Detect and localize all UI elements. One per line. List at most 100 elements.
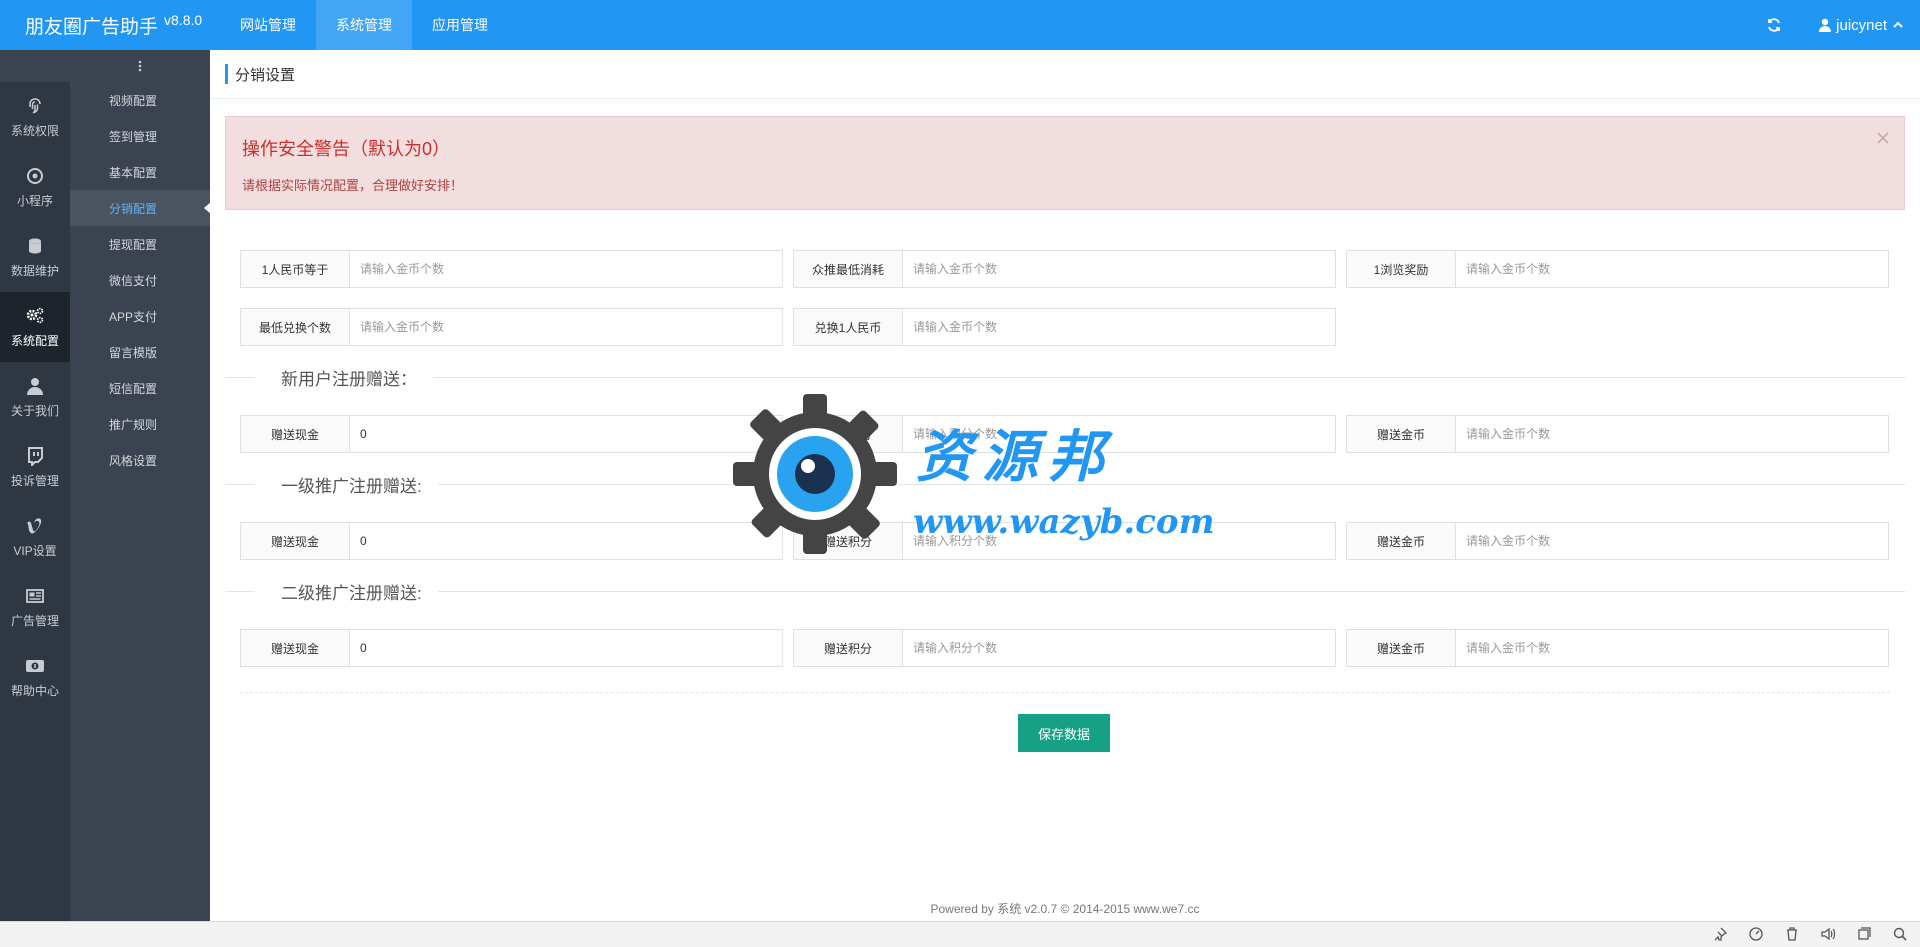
page-title: 分销设置 [225,64,295,84]
iconbar-label: 小程序 [16,193,53,208]
submenu-item-app-pay[interactable]: APP支付 [70,298,210,334]
iconbar-label: 广告管理 [10,613,59,628]
level1-points-input[interactable] [903,523,1335,559]
more-icon[interactable] [70,50,210,82]
rmb-to-coins-input[interactable] [350,251,782,287]
new-user-points-input[interactable] [903,416,1335,452]
cash-icon [26,659,44,672]
iconbar-item-complaints[interactable]: 投诉管理 [0,432,70,502]
new-user-coins-input[interactable] [1456,416,1888,452]
section-level2: 二级推广注册赠送: [225,579,1905,604]
field-new-user-points: 赠送积分 [793,415,1336,453]
field-min-consume: 众推最低消耗 [793,250,1336,288]
footer: Powered by 系统 v2.0.7 © 2014-2015 www.we7… [930,902,1200,916]
iconbar-label: VIP设置 [13,543,57,558]
section-level1: 一级推广注册赠送: [225,472,1905,497]
iconbar-item-data[interactable]: 数据维护 [0,222,70,292]
field-label: 赠送积分 [794,630,903,666]
submenu-item-message-template[interactable]: 留言模版 [70,334,210,370]
alert-text: 请根据实际情况配置，合理做好安排！ [242,178,464,193]
search-icon[interactable] [1892,926,1908,942]
iconbar-label: 数据维护 [10,263,59,278]
field-label: 众推最低消耗 [794,251,903,287]
iconbar-item-vip[interactable]: VIP设置 [0,502,70,572]
field-level2-points: 赠送积分 [793,629,1336,667]
target-icon [27,167,43,184]
field-level2-coins: 赠送金币 [1346,629,1889,667]
app-version: v8.8.0 [164,12,203,28]
exchange-rmb-input[interactable] [903,309,1335,345]
trash-icon[interactable] [1784,926,1800,942]
speed-icon[interactable] [1748,926,1764,942]
min-consume-input[interactable] [903,251,1335,287]
section-title: 新用户注册赠送： [281,365,429,390]
save-button[interactable]: 保存数据 [1018,714,1110,752]
warning-alert: 操作安全警告（默认为0） 请根据实际情况配置，合理做好安排！ [225,116,1905,210]
field-browse-reward: 1浏览奖励 [1346,250,1889,288]
newspaper-icon [26,588,44,603]
refresh-icon[interactable] [1764,15,1784,35]
field-rmb-to-coins: 1人民币等于 [240,250,783,288]
level1-coins-input[interactable] [1456,523,1888,559]
iconbar-item-help[interactable]: 帮助中心 [0,642,70,712]
user-icon [27,377,43,395]
submenu-item-promotion-rules[interactable]: 推广规则 [70,406,210,442]
icon-sidebar: 系统权限 小程序 数据维护 系统配置 关于我们 投诉管理 VIP设置 广告管理 … [0,50,70,921]
level2-cash-input[interactable] [350,630,782,666]
pin-icon[interactable] [1712,926,1728,942]
submenu-item-basic[interactable]: 基本配置 [70,154,210,190]
field-new-user-cash: 赠送现金 [240,415,783,453]
submenu-item-distribution[interactable]: 分销配置 [70,190,211,226]
field-label: 赠送金币 [1347,416,1456,452]
field-label: 最低兑换个数 [241,309,350,345]
field-label: 赠送现金 [241,630,350,666]
window-icon[interactable] [1856,926,1872,942]
brand[interactable]: 朋友圈广告助手 v8.8.0 [25,0,202,50]
submenu-item-wechat-pay[interactable]: 微信支付 [70,262,210,298]
gears-icon [26,307,44,323]
topnav-item-system[interactable]: 系统管理 [316,0,412,50]
field-label: 赠送现金 [241,523,350,559]
iconbar-item-system-config[interactable]: 系统配置 [0,292,70,362]
min-exchange-input[interactable] [350,309,782,345]
field-level1-points: 赠送积分 [793,522,1336,560]
topnav-item-website[interactable]: 网站管理 [220,0,316,50]
volume-icon[interactable] [1820,926,1836,942]
close-icon[interactable] [1876,131,1890,145]
level2-points-input[interactable] [903,630,1335,666]
section-title: 二级推广注册赠送: [281,579,434,604]
user-icon [1819,18,1832,32]
iconbar-label: 系统配置 [10,333,59,348]
field-label: 赠送金币 [1347,523,1456,559]
field-level1-coins: 赠送金币 [1346,522,1889,560]
new-user-cash-input[interactable] [350,416,782,452]
section-title: 一级推广注册赠送: [281,472,434,497]
field-new-user-coins: 赠送金币 [1346,415,1889,453]
iconbar-item-about[interactable]: 关于我们 [0,362,70,432]
submenu-item-sms[interactable]: 短信配置 [70,370,210,406]
tray-icons [1692,926,1908,942]
username: juicynet [1836,16,1887,34]
iconbar-label: 系统权限 [10,123,59,138]
submenu-item-video[interactable]: 视频配置 [70,82,210,118]
field-label: 赠送现金 [241,416,350,452]
iconbar-item-permissions[interactable]: 系统权限 [0,82,70,152]
iconbar-item-miniprogram[interactable]: 小程序 [0,152,70,222]
chevron-up-icon [1893,21,1903,28]
submenu-item-signin[interactable]: 签到管理 [70,118,210,154]
fingerprint-icon [29,97,41,114]
level1-cash-input[interactable] [350,523,782,559]
top-nav: 网站管理 系统管理 应用管理 [220,0,508,50]
iconbar-item-ads[interactable]: 广告管理 [0,572,70,642]
browse-reward-input[interactable] [1456,251,1888,287]
submenu-item-withdraw[interactable]: 提现配置 [70,226,210,262]
submenu-item-style[interactable]: 风格设置 [70,442,210,478]
database-icon [29,238,41,253]
iconbar-label: 关于我们 [10,403,59,418]
topnav-item-apps[interactable]: 应用管理 [412,0,508,50]
user-menu[interactable]: juicynet [1818,17,1904,34]
divider [210,98,1920,99]
app-title: 朋友圈广告助手 [25,16,159,38]
level2-coins-input[interactable] [1456,630,1888,666]
field-level2-cash: 赠送现金 [240,629,783,667]
